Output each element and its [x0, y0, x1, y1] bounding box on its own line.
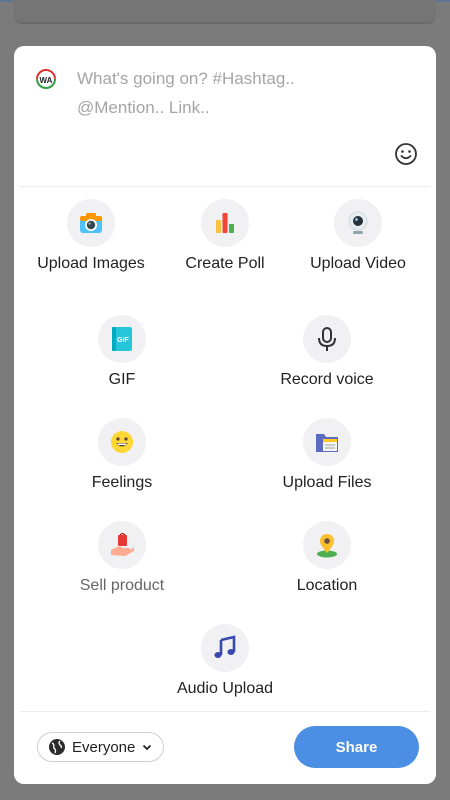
- shopping-bag-hand-icon: [111, 532, 134, 556]
- microphone-icon: [318, 327, 336, 351]
- upload-files-label: Upload Files: [282, 474, 372, 491]
- chevron-down-icon: [143, 744, 152, 751]
- upload-images-icon-wrap: [67, 199, 115, 247]
- location-label: Location: [296, 577, 358, 594]
- audio-upload-label: Audio Upload: [176, 680, 274, 697]
- record-voice-option[interactable]: Record voice: [257, 315, 397, 389]
- upload-files-icon-wrap: [303, 418, 351, 466]
- folder-icon: [316, 434, 338, 452]
- placeholder-line-1: What's going on? #Hashtag..: [77, 69, 295, 88]
- create-post-modal: WA What's going on? #Hashtag.. @Mention.…: [14, 46, 436, 784]
- gif-icon: GIF: [112, 327, 132, 351]
- gif-label: GIF: [108, 371, 136, 388]
- upload-images-label: Upload Images: [37, 255, 145, 272]
- smiley-icon: [111, 431, 133, 453]
- create-poll-option[interactable]: Create Poll: [155, 199, 295, 273]
- gif-option[interactable]: GIF GIF: [52, 315, 192, 389]
- record-voice-label: Record voice: [280, 371, 374, 388]
- site-logo: WA: [34, 68, 58, 92]
- background-post-card: [14, 0, 436, 24]
- create-poll-icon-wrap: [201, 199, 249, 247]
- location-option[interactable]: Location: [257, 521, 397, 595]
- sell-product-option[interactable]: Sell product: [52, 521, 192, 595]
- feelings-label: Feelings: [91, 474, 153, 491]
- bottom-divider: [20, 711, 430, 712]
- upload-files-option[interactable]: Upload Files: [257, 418, 397, 492]
- feelings-option[interactable]: Feelings: [52, 418, 192, 492]
- emoji-picker-icon[interactable]: [394, 142, 418, 166]
- top-divider: [20, 186, 430, 187]
- upload-images-option[interactable]: Upload Images: [21, 199, 161, 273]
- audience-selector[interactable]: Everyone: [37, 732, 165, 762]
- location-icon-wrap: [303, 521, 351, 569]
- map-pin-icon: [317, 534, 337, 558]
- post-text-area[interactable]: What's going on? #Hashtag.. @Mention.. L…: [77, 64, 397, 122]
- svg-text:WA: WA: [40, 76, 53, 85]
- sell-product-label: Sell product: [79, 577, 165, 594]
- feelings-icon-wrap: [98, 418, 146, 466]
- audience-label: Everyone: [72, 738, 136, 756]
- upload-video-label: Upload Video: [310, 255, 406, 272]
- record-voice-icon-wrap: [303, 315, 351, 363]
- upload-video-option[interactable]: Upload Video: [288, 199, 428, 273]
- svg-text:GIF: GIF: [117, 337, 129, 344]
- webcam-icon: [348, 211, 368, 234]
- audio-upload-option[interactable]: Audio Upload: [155, 624, 295, 698]
- music-note-icon: [214, 635, 236, 658]
- placeholder-line-2: @Mention.. Link..: [77, 98, 210, 117]
- audio-upload-icon-wrap: [201, 624, 249, 672]
- share-button[interactable]: Share: [294, 726, 419, 768]
- camera-icon: [80, 213, 102, 233]
- gif-icon-wrap: GIF: [98, 315, 146, 363]
- sell-product-icon-wrap: [98, 521, 146, 569]
- create-poll-label: Create Poll: [185, 255, 265, 272]
- globe-icon: [49, 739, 65, 755]
- upload-video-icon-wrap: [334, 199, 382, 247]
- bar-chart-icon: [216, 213, 234, 233]
